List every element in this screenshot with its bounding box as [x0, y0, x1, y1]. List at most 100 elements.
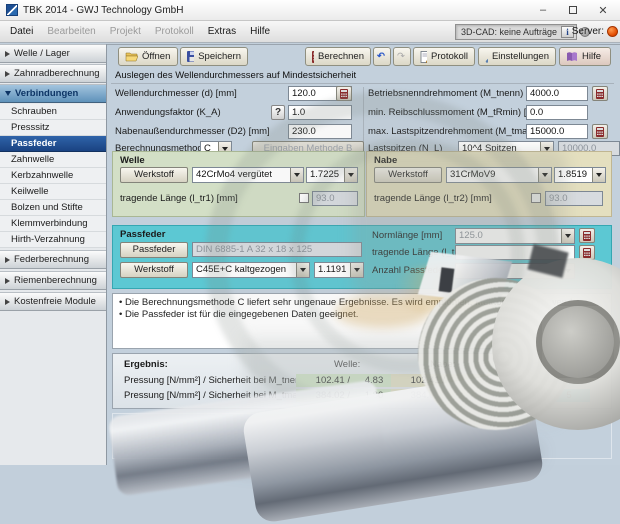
passfeder-material-number-select[interactable]: 1.1191	[314, 262, 364, 278]
welle-material-number-select[interactable]: 1.7225	[306, 167, 358, 183]
folder-open-icon	[125, 51, 138, 62]
menu-projekt[interactable]: Projekt	[103, 23, 148, 40]
sidebar-item-presssitz[interactable]: Presssitz	[0, 120, 106, 136]
welle-material-select[interactable]: 42CrMo4 vergütet	[192, 167, 304, 183]
nabe-material-number-select[interactable]: 1.8519	[554, 167, 606, 183]
close-button[interactable]: ✕	[588, 0, 618, 20]
welle-panel	[112, 151, 365, 217]
passfeder-laenge-input[interactable]	[455, 245, 575, 260]
welle-laenge-checkbox[interactable]	[299, 193, 309, 203]
nabe-material-number-value: 1.8519	[555, 168, 592, 182]
help-question-button[interactable]: ?	[271, 105, 285, 120]
chevron-right-icon	[5, 278, 10, 284]
settings-button[interactable]: Einstellungen	[478, 47, 556, 66]
hint-line: • Die Berechnungsmethode C liefert sehr …	[119, 297, 605, 309]
passfeder-select-button[interactable]: Passfeder	[120, 242, 188, 258]
nabe-werkstoff-button[interactable]: Werkstoff	[374, 167, 442, 183]
menu-hilfe[interactable]: Hilfe	[243, 23, 277, 40]
menu-datei[interactable]: Datei	[3, 23, 40, 40]
anwendungsfaktor-input[interactable]: 1.0	[288, 105, 352, 120]
sidebar-section-verbindungen[interactable]: Verbindungen	[0, 84, 106, 103]
tools-icon	[485, 51, 488, 63]
betriebsnenndrehmoment-input[interactable]: 4000.0	[526, 86, 588, 101]
server-label: Server:	[572, 26, 604, 37]
sidebar-item-bolzen-und-stifte[interactable]: Bolzen und Stifte	[0, 200, 106, 216]
maximize-button[interactable]	[558, 0, 588, 20]
chevron-down-icon	[290, 168, 303, 182]
nabe-laenge-checkbox[interactable]	[531, 193, 541, 203]
sidebar-section-riemenberechnung[interactable]: Riemenberechnung	[0, 271, 106, 290]
result-welle-pressung-tnenn: 102.41 /	[296, 374, 353, 387]
save-button-label: Speichern	[198, 51, 241, 62]
sidebar-section-label: Zahnradberechnung	[14, 68, 100, 79]
chevron-down-icon	[350, 263, 363, 277]
passfeder-material-select[interactable]: C45E+C kaltgezogen	[192, 262, 310, 278]
divider	[111, 83, 614, 84]
nabenaussendurchmesser-label: Nabenaußendurchmesser (D2) [mm]	[115, 125, 270, 139]
passfeder-panel-title: Passfeder	[120, 229, 165, 240]
normlaenge-value: 125.0	[456, 229, 561, 243]
result-passfeder-pressung-tnenn: 102.41 /	[491, 374, 548, 387]
result-passfeder-sicherheit-tmax: 5	[548, 389, 590, 402]
protocol-button[interactable]: Protokoll	[413, 47, 475, 66]
calculate-button[interactable]: Berechnen	[305, 47, 371, 66]
help-button[interactable]: Hilfe	[559, 47, 611, 66]
calculator-button[interactable]	[336, 86, 352, 101]
sidebar-item-hirth-verzahnung[interactable]: Hirth-Verzahnung	[0, 232, 106, 248]
settings-button-label: Einstellungen	[492, 51, 549, 62]
result-welle-pressung-tmax: 384.02 /	[296, 389, 353, 402]
nabe-laenge-input[interactable]: 93.0	[545, 191, 603, 206]
lastspitzendrehmoment-input[interactable]: 15000.0	[526, 124, 588, 139]
welle-material-value: 42CrMo4 vergütet	[193, 168, 290, 182]
main-content: Öffnen Speichern Berechnen ↶ ↷ Protokoll…	[107, 44, 620, 465]
result-nabe-pressung-tnenn: 102.41 /	[391, 374, 448, 387]
result-row-label: Pressung [N/mm²] / Sicherheit bei M_tnen…	[121, 374, 311, 387]
save-button[interactable]: Speichern	[180, 47, 248, 66]
welle-laenge-input[interactable]: 93.0	[312, 191, 358, 206]
results-panel: Ergebnis: Welle: Nabe: Passfeder: Pressu…	[112, 353, 612, 409]
reibschlussmoment-label: min. Reibschlussmoment (M_tRmin) [Nm]	[368, 106, 544, 120]
floppy-disk-icon	[187, 51, 194, 62]
chevron-down-icon	[592, 168, 605, 182]
calculator-button[interactable]	[592, 86, 608, 101]
wellendurchmesser-label: Wellendurchmesser (d) [mm]	[115, 87, 237, 101]
anzahl-passfedern-select[interactable]	[455, 263, 575, 279]
sidebar-section-zahnradberechnung[interactable]: Zahnradberechnung	[0, 64, 106, 83]
passfeder-din-input[interactable]: DIN 6885-1 A 32 x 18 x 125	[192, 242, 362, 257]
sidebar-item-schrauben[interactable]: Schrauben	[0, 104, 106, 120]
result-nabe-pressung-tmax: 384.02 /	[391, 389, 448, 402]
undo-button[interactable]: ↶	[373, 47, 391, 66]
sidebar-section-kostenfreie-module[interactable]: Kostenfreie Module	[0, 292, 106, 311]
window-controls: – ✕	[528, 0, 618, 21]
chevron-down-icon	[538, 168, 551, 182]
sidebar-item-keilwelle[interactable]: Keilwelle	[0, 184, 106, 200]
menu-extras[interactable]: Extras	[201, 23, 243, 40]
nabenaussendurchmesser-input[interactable]: 230.0	[288, 124, 352, 139]
welle-werkstoff-button[interactable]: Werkstoff	[120, 167, 188, 183]
reibschlussmoment-input[interactable]: 0.0	[526, 105, 588, 120]
sidebar-item-kerbzahnwelle[interactable]: Kerbzahnwelle	[0, 168, 106, 184]
nabe-material-value: 31CrMoV9	[447, 168, 538, 182]
open-button[interactable]: Öffnen	[118, 47, 178, 66]
calculator-button[interactable]	[592, 124, 608, 139]
menu-protokoll[interactable]: Protokoll	[148, 23, 201, 40]
minimize-button[interactable]: –	[528, 0, 558, 20]
nabe-material-select[interactable]: 31CrMoV9	[446, 167, 552, 183]
passfeder-werkstoff-button[interactable]: Werkstoff	[120, 262, 188, 278]
welle-laenge-label: tragende Länge (l_tr1) [mm]	[120, 192, 238, 206]
chevron-down-icon	[561, 229, 574, 243]
chevron-down-icon	[561, 264, 574, 278]
sidebar-item-zahnwelle[interactable]: Zahnwelle	[0, 152, 106, 168]
sidebar-section-welle-lager[interactable]: Welle / Lager	[0, 44, 106, 63]
normlaenge-select[interactable]: 125.0	[455, 228, 575, 244]
calculator-button[interactable]	[579, 228, 595, 243]
open-button-label: Öffnen	[142, 51, 170, 62]
sidebar-item-klemmverbindung[interactable]: Klemmverbindung	[0, 216, 106, 232]
sidebar-section-federberechnung[interactable]: Federberechnung	[0, 250, 106, 269]
calculator-button[interactable]	[579, 245, 595, 260]
redo-button[interactable]: ↷	[393, 47, 411, 66]
menu-bearbeiten[interactable]: Bearbeiten	[40, 23, 102, 40]
result-passfeder-sicherheit-tnenn	[548, 374, 590, 387]
sidebar-item-passfeder[interactable]: Passfeder	[0, 136, 106, 152]
passfeder-material-number-value: 1.1191	[315, 263, 350, 277]
